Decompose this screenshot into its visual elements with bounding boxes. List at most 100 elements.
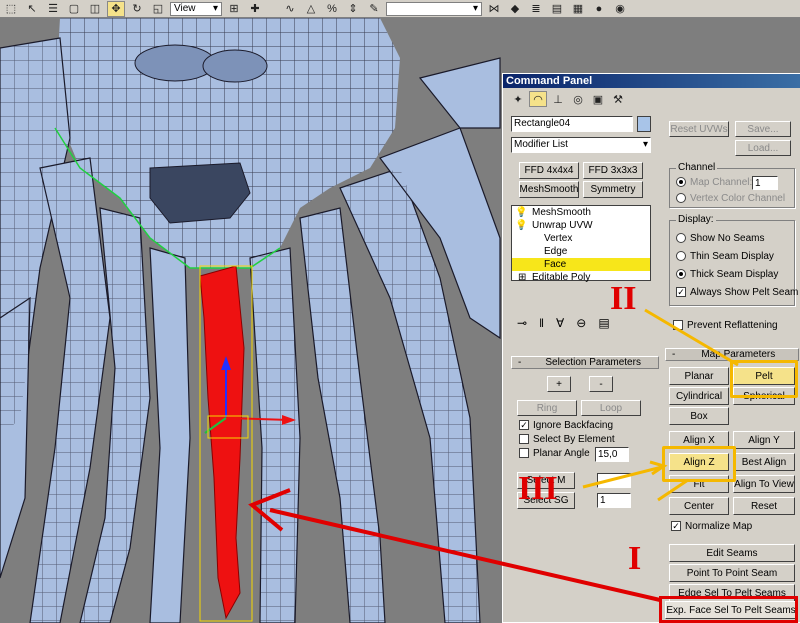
select-by-element-checkbox[interactable]: Select By Element [519,434,615,445]
stack-item-vertex[interactable]: Vertex [512,232,650,245]
edit-seams-button[interactable]: Edit Seams [669,544,795,562]
layers-icon[interactable]: ≣ [527,1,545,17]
symmetry-button[interactable]: Symmetry [583,181,643,198]
stack-item-face[interactable]: Face [512,258,650,271]
reference-coord-dropdown[interactable]: View ▾ [170,1,222,16]
fit-button[interactable]: Fit [669,475,729,493]
meshsmooth-button[interactable]: MeshSmooth [519,181,579,198]
load-button[interactable]: Load... [735,140,791,156]
ffd-3x3x3-button[interactable]: FFD 3x3x3 [583,162,643,179]
modifier-list-dropdown[interactable]: Modifier List ▾ [511,137,651,153]
thick-seam-radio[interactable]: Thick Seam Display [676,269,778,280]
display-group: Display: Show No Seams Thin Seam Display… [669,214,798,306]
select-by-name-icon[interactable]: ☰ [44,1,62,17]
modifier-stack[interactable]: 💡 MeshSmooth 💡 Unwrap UVW Vertex Edge Face… [511,205,651,283]
sg-spinner[interactable]: 1 [597,493,631,508]
align-x-button[interactable]: Align X [669,431,729,449]
planar-button[interactable]: Planar [669,367,729,385]
show-end-result-icon[interactable]: ‖ [539,316,544,330]
utilities-tab-icon[interactable]: ⚒ [609,91,627,107]
spherical-button[interactable]: Spherical [733,387,795,405]
object-name-field[interactable]: Rectangle04 [511,116,633,132]
align-to-view-button[interactable]: Align To View [733,475,795,493]
map-channel-spinner[interactable]: 1 [752,176,778,190]
planar-angle-spinner[interactable]: 15,0 [595,447,629,462]
render-icon[interactable]: ◉ [611,1,629,17]
command-panel: Command Panel ✦ ◠ ⊥ ◎ ▣ ⚒ Rectangle04 Mo… [502,73,800,623]
selection-parameters-rollout[interactable]: - Selection Parameters [511,356,659,369]
named-sel-icon[interactable]: ✎ [365,1,383,17]
material-editor-icon[interactable]: ● [590,1,608,17]
planar-angle-checkbox[interactable]: Planar Angle [519,448,590,459]
reset-uvws-button[interactable]: Reset UVWs [669,121,729,137]
edge-sel-to-pelt-button[interactable]: Edge Sel To Pelt Seams [669,584,795,602]
angle-snap-icon[interactable]: △ [302,1,320,17]
spinner-snap-icon[interactable]: ⇕ [344,1,362,17]
shrink-selection-button[interactable]: - [589,376,613,392]
create-tab-icon[interactable]: ✦ [509,91,527,107]
map-parameters-rollout[interactable]: - Map Parameters [665,348,799,361]
named-selection-dropdown[interactable]: ▾ [386,1,482,16]
pivot-icon[interactable]: ⊞ [225,1,243,17]
ring-button[interactable]: Ring [517,400,577,416]
window-crossing-icon[interactable]: ◫ [86,1,104,17]
select-region-icon[interactable]: ⬚ [2,1,20,17]
annotation-label-I: I [628,540,642,577]
center-button[interactable]: Center [669,497,729,515]
make-unique-icon[interactable]: ∀ [556,316,564,330]
prevent-reflattening-checkbox[interactable]: Prevent Reflattening [673,320,778,331]
panel-tabs: ✦ ◠ ⊥ ◎ ▣ ⚒ [509,91,627,113]
best-align-button[interactable]: Best Align [733,453,795,471]
box-button[interactable]: Box [669,407,729,425]
loop-button[interactable]: Loop [581,400,641,416]
annotation-label-II: II [610,280,637,317]
rotate-icon[interactable]: ↻ [128,1,146,17]
stack-item-edge[interactable]: Edge [512,245,650,258]
remove-modifier-icon[interactable]: ⊖ [576,316,586,330]
cylindrical-button[interactable]: Cylindrical [669,387,729,405]
exp-face-sel-to-pelt-button[interactable]: Exp. Face Sel To Pelt Seams [665,601,797,619]
schematic-icon[interactable]: ▦ [569,1,587,17]
align-icon[interactable]: ◆ [506,1,524,17]
save-button[interactable]: Save... [735,121,791,137]
show-no-seams-radio[interactable]: Show No Seams [676,233,764,244]
display-tab-icon[interactable]: ▣ [589,91,607,107]
curve-editor-icon[interactable]: ▤ [548,1,566,17]
move-icon[interactable]: ✥ [107,0,125,17]
pelt-button[interactable]: Pelt [733,367,795,385]
percent-snap-icon[interactable]: % [323,1,341,17]
select-arrow-icon[interactable]: ↖ [23,1,41,17]
stack-item-meshsmooth[interactable]: 💡 MeshSmooth [512,206,650,219]
modify-tab-icon[interactable]: ◠ [529,91,547,107]
object-color-swatch[interactable] [637,116,651,132]
ffd-4x4x4-button[interactable]: FFD 4x4x4 [519,162,579,179]
grow-selection-button[interactable]: + [547,376,571,392]
ignore-backfacing-checkbox[interactable]: ✓ Ignore Backfacing [519,420,613,431]
thin-seam-radio[interactable]: Thin Seam Display [676,251,774,262]
annotation-label-III: III [518,470,558,507]
command-panel-title: Command Panel [503,74,800,88]
channel-group: Channel Map Channel: 1 Vertex Color Chan… [669,162,795,208]
align-y-button[interactable]: Align Y [733,431,795,449]
scale-icon[interactable]: ◱ [149,1,167,17]
pin-stack-icon[interactable]: ⊸ [517,316,527,330]
stack-tools: ⊸ ‖ ∀ ⊖ ▤ [517,316,610,330]
stack-item-unwrap-uvw[interactable]: 💡 Unwrap UVW [512,219,650,232]
selected-tentacle [199,265,245,620]
reset-button[interactable]: Reset [733,497,795,515]
motion-tab-icon[interactable]: ◎ [569,91,587,107]
normalize-map-checkbox[interactable]: ✓ Normalize Map [671,521,752,532]
vertex-color-channel-radio[interactable]: Vertex Color Channel [676,193,785,204]
configure-sets-icon[interactable]: ▤ [598,316,609,330]
map-channel-radio[interactable]: Map Channel: [676,177,752,188]
align-z-button[interactable]: Align Z [669,453,729,471]
main-toolbar: ⬚ ↖ ☰ ▢ ◫ ✥ ↻ ◱ View ▾ ⊞ ✚ ∿ △ % ⇕ ✎ ▾ ⋈ … [0,0,800,18]
select-manipulate-icon[interactable]: ✚ [246,1,264,17]
always-show-pelt-checkbox[interactable]: ✓ Always Show Pelt Seam [676,287,798,298]
select-rect-icon[interactable]: ▢ [65,1,83,17]
matid-spinner[interactable] [597,473,631,488]
hierarchy-tab-icon[interactable]: ⊥ [549,91,567,107]
point-to-point-seam-button[interactable]: Point To Point Seam [669,564,795,582]
snap-icon[interactable]: ∿ [281,1,299,17]
mirror-icon[interactable]: ⋈ [485,1,503,17]
